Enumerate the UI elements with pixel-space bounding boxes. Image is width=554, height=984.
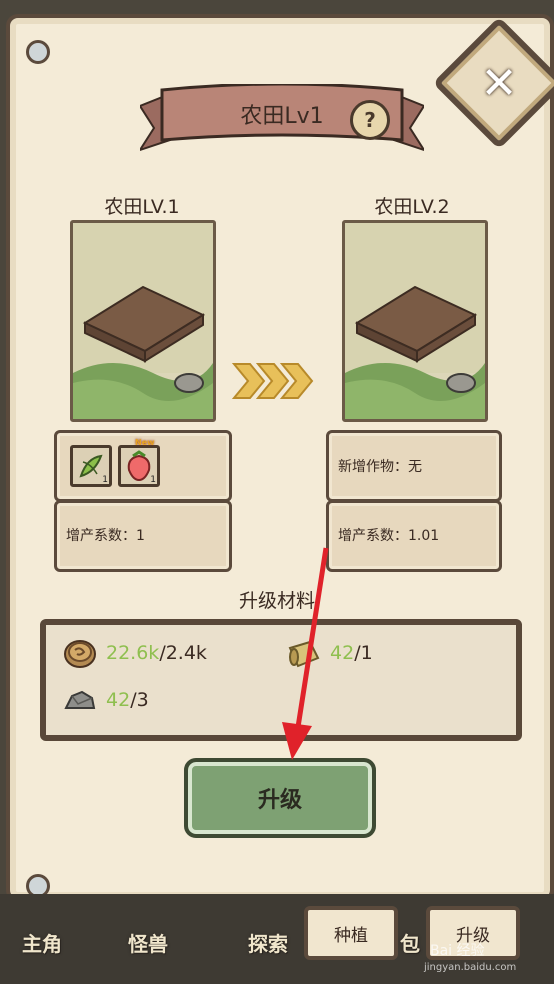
material-coin: 22.6k /2.4k bbox=[62, 636, 207, 670]
tab-plant[interactable]: 种植 bbox=[304, 906, 398, 960]
wood-icon bbox=[288, 640, 320, 668]
help-button[interactable]: ? bbox=[350, 100, 390, 140]
upgrade-button[interactable]: 升级 bbox=[184, 758, 376, 838]
stone-icon bbox=[64, 690, 96, 709]
close-icon: ✕ bbox=[480, 57, 518, 109]
current-field-card bbox=[70, 220, 216, 422]
wood-need: /1 bbox=[354, 642, 373, 664]
pin-top-left bbox=[26, 40, 50, 64]
wood-have: 42 bbox=[330, 642, 355, 664]
coin-have: 22.6k bbox=[106, 642, 160, 664]
stone-have: 42 bbox=[106, 689, 131, 711]
farmland-image bbox=[345, 223, 485, 419]
next-field-card bbox=[342, 220, 488, 422]
current-level-label: 农田LV.1 bbox=[104, 196, 180, 218]
crop-slot[interactable]: 1 bbox=[70, 445, 112, 487]
material-stone: 42 /3 bbox=[62, 684, 149, 716]
farmland-image bbox=[73, 223, 213, 419]
upgrade-button-label: 升级 bbox=[257, 788, 302, 813]
next-yield-text: 增产系数：1.01 bbox=[338, 528, 440, 544]
nav-explore[interactable]: 探索 bbox=[248, 928, 288, 957]
nav-bag[interactable]: 包 bbox=[400, 928, 420, 957]
coin-icon bbox=[64, 640, 96, 668]
coin-need: /2.4k bbox=[159, 642, 207, 664]
stone-need: /3 bbox=[130, 689, 149, 711]
next-new-crops-text: 新增作物：无 bbox=[338, 459, 422, 475]
material-wood: 42 /1 bbox=[286, 636, 373, 670]
current-yield-text: 增产系数：1 bbox=[66, 528, 145, 544]
crop-count: 1 bbox=[102, 475, 108, 485]
nav-hero[interactable]: 主角 bbox=[22, 928, 62, 957]
crop-slot[interactable]: New 1 bbox=[118, 438, 160, 487]
materials-title: 升级材料 bbox=[238, 590, 315, 612]
next-level-label: 农田LV.2 bbox=[374, 196, 450, 218]
new-badge: New bbox=[135, 438, 155, 447]
question-icon: ? bbox=[364, 108, 376, 132]
nav-monsters[interactable]: 怪兽 bbox=[128, 928, 168, 957]
crop-count: 1 bbox=[150, 475, 156, 485]
watermark-url: jingyan.baidu.com bbox=[424, 962, 517, 973]
watermark-logo: Bai 经验 bbox=[430, 943, 485, 959]
chevron-right-icon bbox=[231, 363, 314, 399]
